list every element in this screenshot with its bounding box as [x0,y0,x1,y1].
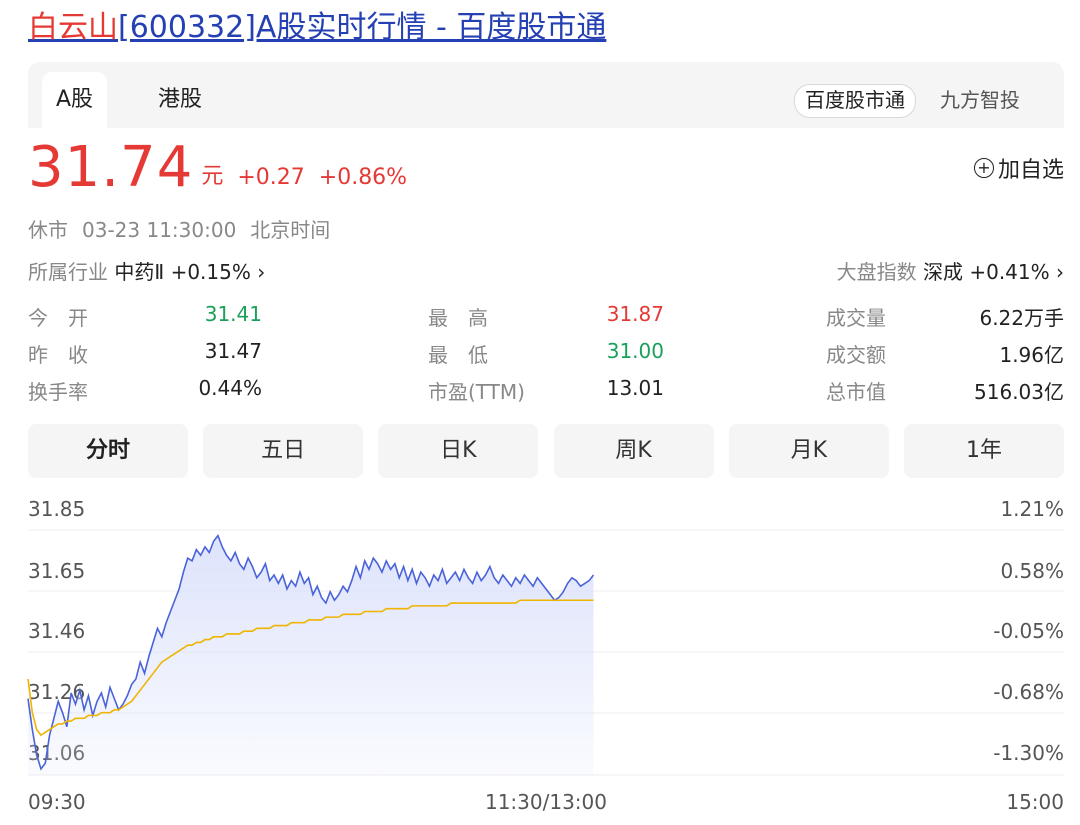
price-change-pct: +0.86% [318,165,408,190]
page-title-rest[interactable]: [600332]A股实时行情 - 百度股市通 [118,10,606,45]
plus-circle-icon: + [973,158,994,178]
market-status-row: 休市 03-23 11:30:00 北京时间 [28,214,344,243]
y-tick-label: 31.65 [28,559,85,583]
industry-change: +0.15% [170,260,251,284]
y-pct-tick-label: 1.21% [1000,497,1064,521]
chevron-right-icon: › [257,260,266,284]
market-index-change: +0.41% [969,260,1050,284]
price-change: +0.27 [237,165,305,190]
stock-name[interactable]: 白云山 [28,10,118,45]
stat-value: 31.47 [204,339,262,363]
period-tab[interactable]: 周K [553,424,714,478]
market-index-name: 深成 [922,260,963,284]
period-tab[interactable]: 日K [378,424,539,478]
stats-row: 换手率 0.44% 市盈(TTM) 13.01 总市值 516.03亿 [28,376,1064,413]
stat-value: 31.00 [606,339,664,363]
stat-label: 今 开 [28,306,88,330]
quote-timezone: 北京时间 [250,218,331,242]
stat-label: 昨 收 [28,343,88,367]
industry-label: 所属行业 [28,260,108,284]
price-row: 31.74 元 +0.27 +0.86% [28,138,407,198]
source-jiufang-button[interactable]: 九方智投 [940,84,1020,116]
stat-value: 31.87 [606,302,664,326]
add-watchlist-button[interactable]: + 加自选 [973,152,1064,184]
period-tab[interactable]: 分时 [28,424,188,478]
stat-label: 换手率 [28,380,88,404]
y-tick-label: 31.85 [28,497,85,521]
industry-link[interactable]: 所属行业 中药Ⅱ +0.15% › [28,256,265,285]
industry-name: 中药Ⅱ [114,260,165,284]
period-tab[interactable]: 五日 [203,424,364,478]
source-baidu-button[interactable]: 百度股市通 [794,84,916,118]
stats-row: 今 开 31.41 最 高 31.87 成交量 6.22万手 [28,302,1064,339]
y-pct-tick-label: -0.05% [993,619,1064,643]
stat-label: 成交额 [826,343,886,367]
period-tabs: 分时 五日 日K 周K 月K 1年 [28,424,1064,478]
stat-value: 516.03亿 [974,380,1064,404]
tab-hk-share[interactable]: 港股 [158,72,202,128]
x-tick-label: 09:30 [28,790,86,814]
tab-a-share[interactable]: A股 [42,72,108,128]
stat-label: 最 高 [428,306,488,330]
y-pct-tick-label: -1.30% [993,741,1064,765]
market-tabs-bar: A股 港股 百度股市通 九方智投 [28,62,1064,128]
period-tab[interactable]: 1年 [904,424,1064,478]
chevron-right-icon: › [1056,260,1064,284]
price-area [28,535,594,775]
y-pct-tick-label: -0.68% [993,680,1064,704]
stat-value: 13.01 [606,376,664,400]
page-title-link[interactable]: 白云山[600332]A股实时行情 - 百度股市通 [28,8,606,48]
stat-label: 成交量 [826,306,886,330]
quote-datetime: 03-23 11:30:00 [82,218,237,242]
stats-grid: 今 开 31.41 最 高 31.87 成交量 6.22万手昨 收 31.47 最 低 31.0… [28,302,1064,413]
stats-row: 昨 收 31.47 最 低 31.00 成交额 1.96亿 [28,339,1064,376]
stat-label: 总市值 [826,380,886,404]
stat-label: 市盈(TTM) [428,380,525,404]
current-price: 31.74 [28,135,194,200]
period-tab[interactable]: 月K [728,424,889,478]
market-status: 休市 [28,218,68,242]
y-tick-label: 31.46 [28,619,85,643]
market-index-link[interactable]: 大盘指数 深成 +0.41% › [837,256,1064,285]
stat-value: 6.22万手 [979,306,1064,330]
x-tick-label: 15:00 [1006,790,1064,814]
x-tick-label: 11:30/13:00 [485,790,607,814]
stat-value: 31.41 [204,302,262,326]
stat-value: 0.44% [198,376,262,400]
stat-label: 最 低 [428,343,488,367]
y-pct-tick-label: 0.58% [1000,559,1064,583]
intraday-chart[interactable]: 31.8531.6531.4631.2631.061.21%0.58%-0.05… [0,480,1080,825]
price-unit: 元 [201,164,224,189]
market-index-label: 大盘指数 [836,260,917,284]
stat-value: 1.96亿 [999,343,1064,367]
add-watchlist-label: 加自选 [997,158,1064,183]
